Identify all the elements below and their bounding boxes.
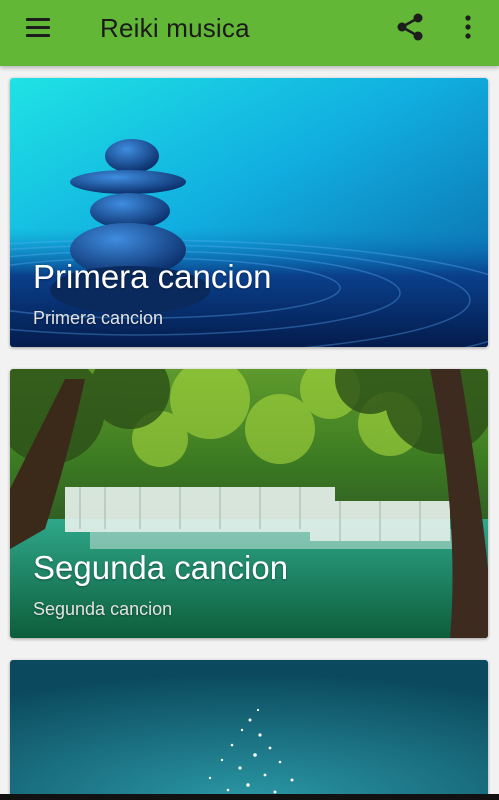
menu-icon[interactable] bbox=[14, 10, 62, 46]
song-title: Segunda cancion bbox=[33, 549, 289, 586]
song-card-3[interactable] bbox=[10, 660, 488, 800]
more-vert-icon[interactable] bbox=[456, 10, 480, 44]
sparkles-image bbox=[10, 660, 488, 800]
song-title: Primera cancion bbox=[33, 258, 272, 295]
song-card-2[interactable]: Segunda cancion Segunda cancion bbox=[10, 369, 488, 638]
song-card-1[interactable]: Primera cancion Primera cancion bbox=[10, 78, 488, 347]
system-nav-bar bbox=[0, 794, 499, 800]
app-bar: Reiki musica bbox=[0, 0, 499, 66]
share-icon[interactable] bbox=[394, 10, 428, 44]
app-title: Reiki musica bbox=[100, 13, 250, 43]
zen-stones-image bbox=[10, 78, 488, 347]
waterfall-image bbox=[10, 369, 488, 638]
song-subtitle: Primera cancion bbox=[33, 308, 164, 328]
song-subtitle: Segunda cancion bbox=[33, 599, 173, 619]
